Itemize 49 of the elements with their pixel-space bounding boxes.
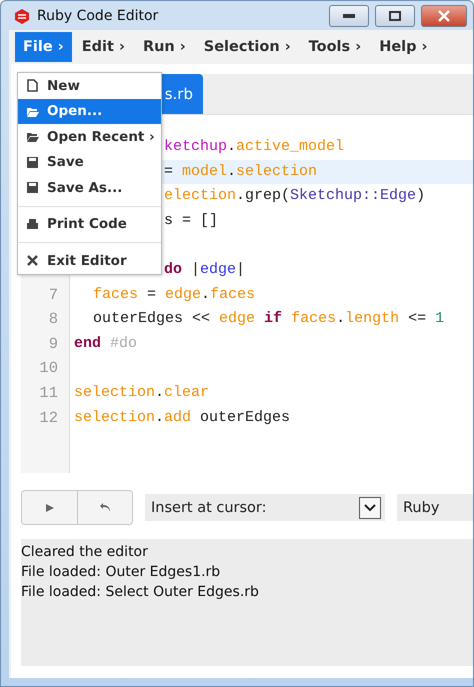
menu-item[interactable]: File › bbox=[15, 32, 72, 62]
log-line: File loaded: Select Outer Edges.rb bbox=[21, 583, 260, 602]
language-field[interactable]: Ruby bbox=[397, 494, 473, 521]
line-number: 7 bbox=[48, 286, 58, 304]
minimize-button[interactable] bbox=[329, 4, 369, 26]
line-number: 8 bbox=[48, 310, 58, 328]
log-line: Cleared the editor bbox=[21, 543, 149, 562]
line-number: 9 bbox=[48, 334, 58, 353]
close-icon bbox=[26, 254, 39, 268]
insert-dropdown[interactable]: Insert at cursor: bbox=[145, 494, 385, 521]
menu-option[interactable]: Open... bbox=[18, 98, 161, 124]
code-line: end #do bbox=[74, 334, 138, 354]
app-logo-icon bbox=[13, 6, 31, 24]
code-line: outerEdges << edge if faces.length <= 1 bbox=[93, 309, 444, 330]
maximize-icon bbox=[389, 10, 401, 20]
code-line: ketchup.active_model bbox=[164, 137, 344, 157]
menu-option[interactable]: Exit Editor bbox=[18, 248, 161, 274]
close-icon bbox=[438, 10, 450, 22]
menu-option[interactable]: Save As... bbox=[18, 175, 161, 200]
menu-option[interactable]: New bbox=[18, 73, 161, 98]
close-button[interactable] bbox=[421, 4, 467, 26]
menu-item[interactable]: Edit › bbox=[74, 32, 133, 62]
menu-option[interactable]: Open Recent › bbox=[18, 124, 161, 150]
line-number: 11 bbox=[39, 384, 58, 402]
line-number: 12 bbox=[39, 408, 58, 427]
folder-icon bbox=[26, 130, 39, 144]
menu-item[interactable]: Help › bbox=[371, 32, 436, 62]
minimize-icon bbox=[343, 14, 355, 18]
log-line: File loaded: Outer Edges1.rb bbox=[21, 563, 222, 582]
menu-option[interactable]: Save bbox=[18, 150, 161, 175]
code-line: = model.selection bbox=[164, 162, 318, 182]
play-icon bbox=[44, 502, 54, 512]
menu-option[interactable]: Print Code bbox=[18, 212, 161, 237]
document-icon bbox=[26, 79, 39, 92]
code-line: do |edge| bbox=[164, 260, 246, 280]
printer-icon bbox=[26, 218, 39, 231]
code-line: faces = edge.faces bbox=[93, 284, 256, 305]
menu-item[interactable]: Run › bbox=[134, 32, 194, 62]
code-line: selection.clear bbox=[74, 382, 210, 403]
code-line: selection.add outerEdges bbox=[74, 408, 290, 428]
window-title: Ruby Code Editor bbox=[37, 8, 160, 24]
line-number: 10 bbox=[39, 359, 58, 378]
undo-icon bbox=[99, 502, 111, 513]
menu-item[interactable]: Tools › bbox=[300, 32, 370, 62]
maximize-button[interactable] bbox=[375, 4, 415, 26]
menu-item[interactable]: Selection › bbox=[196, 32, 299, 62]
code-line: election.grep(Sketchup::Edge) bbox=[164, 186, 426, 206]
chevron-down-icon bbox=[364, 504, 376, 512]
code-line: s = [] bbox=[164, 210, 218, 231]
